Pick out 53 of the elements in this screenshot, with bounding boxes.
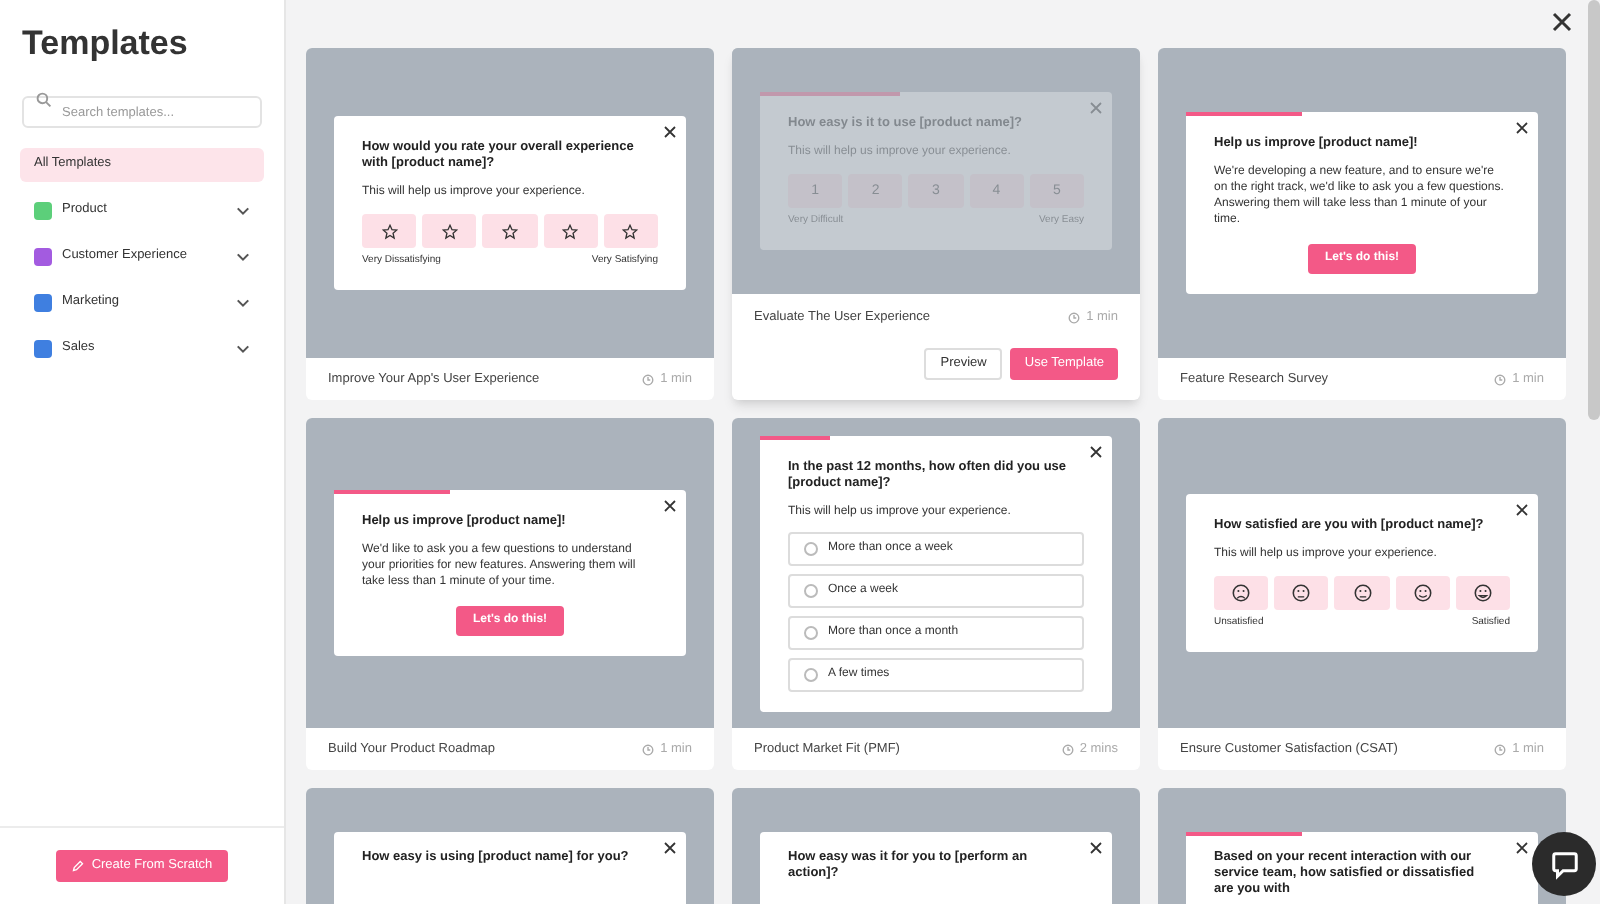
face-icon	[1292, 584, 1311, 603]
chevron-icon	[236, 251, 250, 261]
face-rating-option[interactable]	[1395, 576, 1450, 611]
star-rating-option[interactable]	[482, 214, 538, 249]
category-icon	[34, 247, 52, 265]
clock-icon	[1494, 743, 1507, 755]
close-icon[interactable]	[1090, 842, 1102, 854]
radio-icon	[804, 583, 818, 597]
star-icon	[562, 223, 579, 240]
category-icon	[34, 293, 52, 311]
star-rating-option[interactable]	[603, 214, 659, 249]
pencil-icon	[71, 860, 84, 872]
face-icon	[1353, 584, 1371, 603]
star-rating-option[interactable]	[422, 214, 477, 249]
category-icon	[34, 201, 52, 219]
face-icon	[1473, 584, 1492, 603]
star-icon	[622, 223, 639, 240]
search-icon	[36, 91, 52, 107]
close-icon[interactable]	[1516, 122, 1528, 134]
star-rating-option[interactable]	[362, 214, 417, 249]
chat-icon	[1549, 849, 1579, 879]
scrollbar[interactable]	[1588, 0, 1600, 420]
chat-button[interactable]	[1532, 832, 1596, 896]
face-rating-option[interactable]	[1214, 576, 1269, 611]
close-icon[interactable]	[664, 126, 676, 139]
face-rating-option[interactable]	[1274, 576, 1329, 611]
star-icon	[381, 223, 398, 240]
close-icon[interactable]	[664, 842, 676, 854]
close-icon[interactable]	[664, 500, 676, 512]
chevron-icon	[236, 297, 250, 307]
star-icon	[441, 223, 458, 240]
clock-icon	[1494, 373, 1507, 385]
category-icon	[34, 339, 52, 357]
chevron-icon	[236, 205, 250, 215]
star-rating-option[interactable]	[543, 214, 598, 249]
star-icon	[502, 223, 518, 240]
face-rating-option[interactable]	[1455, 576, 1511, 611]
radio-icon	[804, 625, 818, 639]
clock-icon	[642, 373, 655, 385]
chevron-icon	[236, 343, 250, 353]
close-icon[interactable]	[1090, 445, 1102, 457]
close-icon[interactable]	[1516, 504, 1528, 517]
radio-icon	[804, 667, 818, 681]
radio-icon	[804, 541, 818, 555]
close-icon[interactable]	[1552, 12, 1572, 32]
face-rating-option[interactable]	[1334, 576, 1390, 611]
clock-icon	[642, 743, 655, 755]
close-icon[interactable]	[1516, 842, 1528, 854]
face-icon	[1413, 584, 1432, 603]
clock-icon	[1068, 311, 1081, 324]
sidebar-title: Templates	[20, 22, 190, 66]
clock-icon	[1061, 743, 1074, 755]
face-icon	[1232, 584, 1251, 603]
